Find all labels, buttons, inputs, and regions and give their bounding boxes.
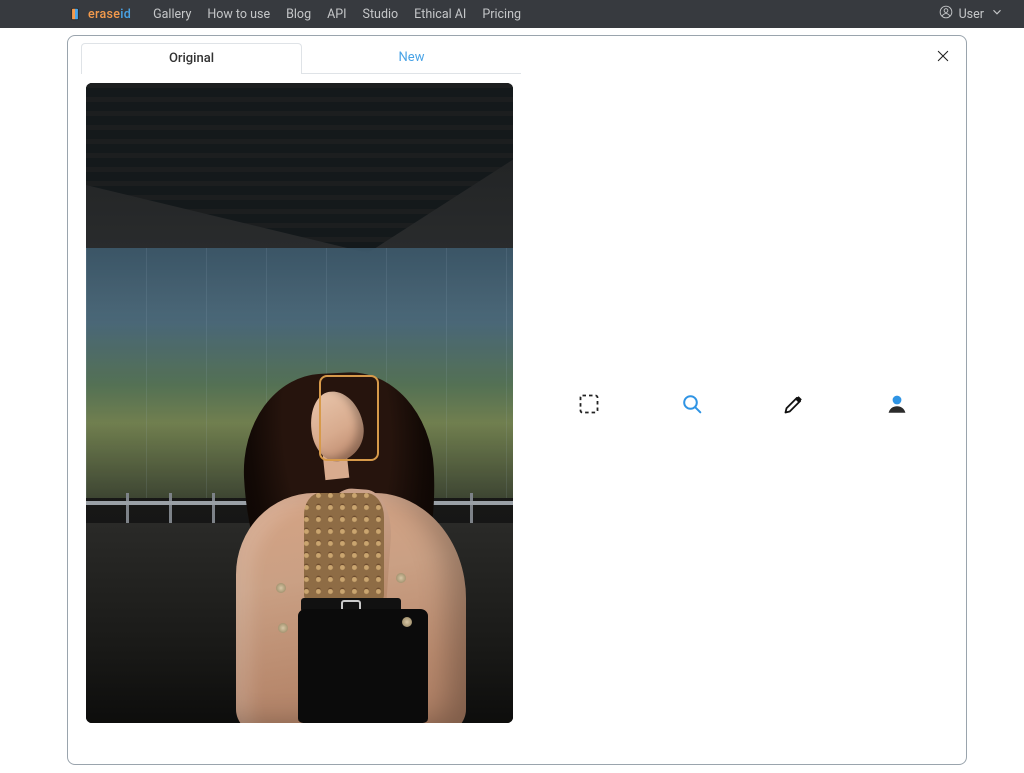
nav-link-blog[interactable]: Blog xyxy=(286,7,311,22)
tool-selection[interactable] xyxy=(574,391,604,421)
caret-down-icon xyxy=(990,5,1004,23)
nav-link-studio[interactable]: Studio xyxy=(363,7,399,22)
tool-search[interactable] xyxy=(677,391,707,421)
brand-text-id: id xyxy=(120,7,131,22)
tool-edit[interactable] xyxy=(779,391,809,421)
nav-left: eraseid Gallery How to use Blog API Stud… xyxy=(68,7,521,22)
magnifier-icon xyxy=(680,392,704,420)
brand[interactable]: eraseid xyxy=(68,7,131,22)
user-menu-label: User xyxy=(959,7,984,22)
person-icon xyxy=(885,392,909,420)
image-viewport xyxy=(86,83,513,723)
user-circle-icon xyxy=(939,5,953,23)
selection-dashed-icon xyxy=(577,392,601,420)
nav-link-api[interactable]: API xyxy=(327,7,346,22)
brand-logo-icon xyxy=(68,7,82,21)
close-icon xyxy=(935,49,951,68)
nav-link-how-to-use[interactable]: How to use xyxy=(207,7,270,22)
nav-link-ethical-ai[interactable]: Ethical AI xyxy=(414,7,466,22)
brand-text: eraseid xyxy=(88,7,131,22)
nav-link-gallery[interactable]: Gallery xyxy=(153,7,191,22)
tab-original[interactable]: Original xyxy=(81,43,302,74)
tabs: Original New xyxy=(81,43,521,74)
close-button[interactable] xyxy=(935,48,951,64)
top-navbar: eraseid Gallery How to use Blog API Stud… xyxy=(0,0,1024,28)
brand-text-erase: erase xyxy=(88,7,120,22)
user-menu[interactable]: User xyxy=(939,5,1004,23)
tab-new[interactable]: New xyxy=(302,43,521,74)
tool-person[interactable] xyxy=(882,391,912,421)
tool-row xyxy=(538,376,948,436)
nav-link-pricing[interactable]: Pricing xyxy=(482,7,521,22)
editor-card: Original New xyxy=(67,35,967,765)
pencil-icon xyxy=(782,392,806,420)
original-photo xyxy=(86,83,513,723)
